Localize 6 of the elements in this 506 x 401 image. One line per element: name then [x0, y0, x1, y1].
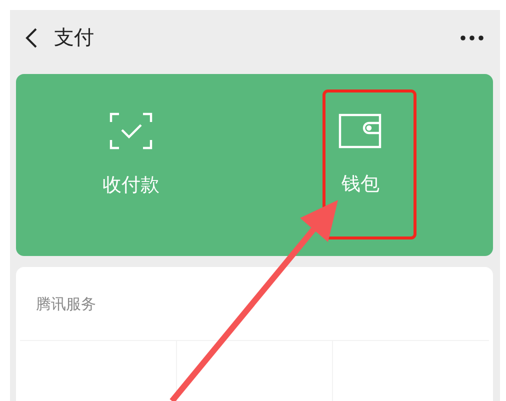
action-label[interactable]: 钱包 — [341, 170, 380, 197]
more-icon[interactable] — [460, 34, 484, 41]
page-title: 支付 — [54, 24, 94, 52]
action-label[interactable]: 收付款 — [102, 172, 160, 198]
back-icon[interactable] — [24, 26, 38, 49]
section-title: 腾讯服务 — [35, 294, 97, 315]
